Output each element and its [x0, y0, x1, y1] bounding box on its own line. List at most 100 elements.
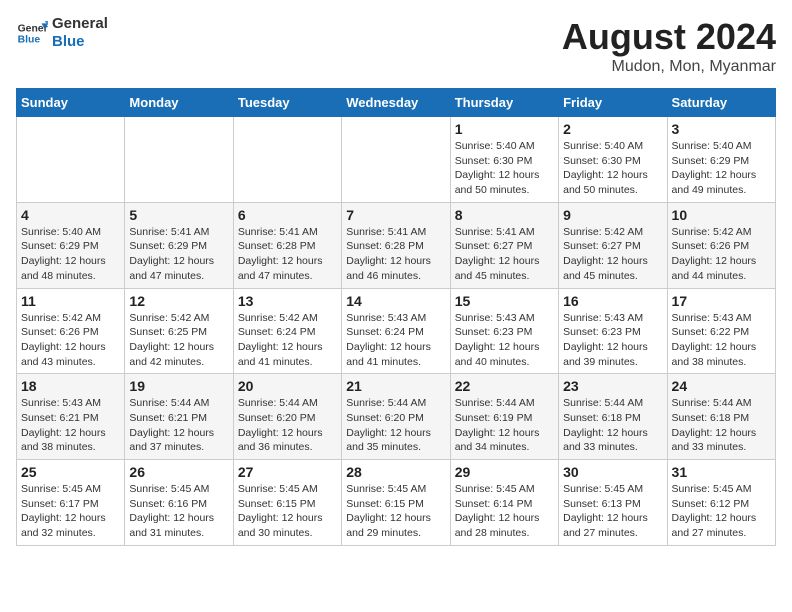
- day-number: 25: [21, 464, 120, 480]
- day-info: Sunrise: 5:44 AM Sunset: 6:20 PM Dayligh…: [238, 396, 337, 455]
- calendar-cell: [233, 117, 341, 203]
- calendar-cell: 27 Sunrise: 5:45 AM Sunset: 6:15 PM Dayli…: [233, 460, 341, 546]
- day-number: 7: [346, 207, 445, 223]
- day-number: 8: [455, 207, 554, 223]
- day-number: 2: [563, 121, 662, 137]
- day-info: Sunrise: 5:45 AM Sunset: 6:12 PM Dayligh…: [672, 482, 771, 541]
- day-number: 30: [563, 464, 662, 480]
- day-number: 11: [21, 293, 120, 309]
- day-info: Sunrise: 5:43 AM Sunset: 6:24 PM Dayligh…: [346, 311, 445, 370]
- month-year-title: August 2024: [562, 16, 776, 58]
- day-number: 10: [672, 207, 771, 223]
- day-number: 16: [563, 293, 662, 309]
- calendar-cell: 8Sunrise: 5:41 AM Sunset: 6:27 PM Daylig…: [450, 202, 558, 288]
- calendar-cell: 29 Sunrise: 5:45 AM Sunset: 6:14 PM Dayli…: [450, 460, 558, 546]
- day-number: 19: [129, 378, 228, 394]
- calendar-cell: 17Sunrise: 5:43 AM Sunset: 6:22 PM Dayli…: [667, 288, 775, 374]
- day-number: 24: [672, 378, 771, 394]
- day-info: Sunrise: 5:42 AM Sunset: 6:24 PM Dayligh…: [238, 311, 337, 370]
- day-number: 4: [21, 207, 120, 223]
- calendar-table: SundayMondayTuesdayWednesdayThursdayFrid…: [16, 88, 776, 546]
- calendar-cell: 11 Sunrise: 5:42 AM Sunset: 6:26 PM Dayli…: [17, 288, 125, 374]
- calendar-week-row: 18Sunrise: 5:43 AM Sunset: 6:21 PM Dayli…: [17, 374, 776, 460]
- day-info: Sunrise: 5:42 AM Sunset: 6:25 PM Dayligh…: [129, 311, 228, 370]
- calendar-cell: 24 Sunrise: 5:44 AM Sunset: 6:18 PM Dayli…: [667, 374, 775, 460]
- day-info: Sunrise: 5:44 AM Sunset: 6:20 PM Dayligh…: [346, 396, 445, 455]
- calendar-cell: 19 Sunrise: 5:44 AM Sunset: 6:21 PM Dayli…: [125, 374, 233, 460]
- calendar-cell: 9 Sunrise: 5:42 AM Sunset: 6:27 PM Daylig…: [559, 202, 667, 288]
- day-info: Sunrise: 5:42 AM Sunset: 6:26 PM Dayligh…: [21, 311, 120, 370]
- calendar-cell: [125, 117, 233, 203]
- calendar-cell: 10 Sunrise: 5:42 AM Sunset: 6:26 PM Dayli…: [667, 202, 775, 288]
- day-info: Sunrise: 5:43 AM Sunset: 6:23 PM Dayligh…: [563, 311, 662, 370]
- calendar-cell: 12 Sunrise: 5:42 AM Sunset: 6:25 PM Dayli…: [125, 288, 233, 374]
- day-info: Sunrise: 5:42 AM Sunset: 6:26 PM Dayligh…: [672, 225, 771, 284]
- logo-icon: General Blue: [16, 17, 48, 49]
- day-number: 13: [238, 293, 337, 309]
- title-area: August 2024 Mudon, Mon, Myanmar: [562, 16, 776, 76]
- calendar-cell: 6 Sunrise: 5:41 AM Sunset: 6:28 PM Daylig…: [233, 202, 341, 288]
- day-info: Sunrise: 5:45 AM Sunset: 6:17 PM Dayligh…: [21, 482, 120, 541]
- day-info: Sunrise: 5:44 AM Sunset: 6:18 PM Dayligh…: [672, 396, 771, 455]
- calendar-cell: [17, 117, 125, 203]
- day-info: Sunrise: 5:40 AM Sunset: 6:29 PM Dayligh…: [672, 139, 771, 198]
- day-number: 5: [129, 207, 228, 223]
- calendar-header-row: SundayMondayTuesdayWednesdayThursdayFrid…: [17, 89, 776, 117]
- calendar-cell: 20 Sunrise: 5:44 AM Sunset: 6:20 PM Dayli…: [233, 374, 341, 460]
- day-number: 20: [238, 378, 337, 394]
- day-info: Sunrise: 5:41 AM Sunset: 6:28 PM Dayligh…: [238, 225, 337, 284]
- day-number: 14: [346, 293, 445, 309]
- day-info: Sunrise: 5:45 AM Sunset: 6:13 PM Dayligh…: [563, 482, 662, 541]
- logo-blue-text: Blue: [52, 33, 85, 50]
- calendar-cell: 28 Sunrise: 5:45 AM Sunset: 6:15 PM Dayli…: [342, 460, 450, 546]
- day-info: Sunrise: 5:43 AM Sunset: 6:23 PM Dayligh…: [455, 311, 554, 370]
- day-number: 22: [455, 378, 554, 394]
- day-info: Sunrise: 5:45 AM Sunset: 6:16 PM Dayligh…: [129, 482, 228, 541]
- calendar-cell: 14 Sunrise: 5:43 AM Sunset: 6:24 PM Dayli…: [342, 288, 450, 374]
- calendar-cell: 30 Sunrise: 5:45 AM Sunset: 6:13 PM Dayli…: [559, 460, 667, 546]
- calendar-cell: 31Sunrise: 5:45 AM Sunset: 6:12 PM Dayli…: [667, 460, 775, 546]
- calendar-cell: 21 Sunrise: 5:44 AM Sunset: 6:20 PM Dayli…: [342, 374, 450, 460]
- day-number: 27: [238, 464, 337, 480]
- day-number: 1: [455, 121, 554, 137]
- column-header-monday: Monday: [125, 89, 233, 117]
- day-number: 6: [238, 207, 337, 223]
- calendar-cell: 13 Sunrise: 5:42 AM Sunset: 6:24 PM Dayli…: [233, 288, 341, 374]
- day-number: 12: [129, 293, 228, 309]
- day-info: Sunrise: 5:44 AM Sunset: 6:19 PM Dayligh…: [455, 396, 554, 455]
- calendar-cell: 4 Sunrise: 5:40 AM Sunset: 6:29 PM Daylig…: [17, 202, 125, 288]
- day-info: Sunrise: 5:40 AM Sunset: 6:29 PM Dayligh…: [21, 225, 120, 284]
- calendar-cell: [342, 117, 450, 203]
- svg-text:Blue: Blue: [18, 35, 41, 46]
- calendar-cell: 25 Sunrise: 5:45 AM Sunset: 6:17 PM Dayli…: [17, 460, 125, 546]
- day-info: Sunrise: 5:45 AM Sunset: 6:15 PM Dayligh…: [346, 482, 445, 541]
- calendar-week-row: 1 Sunrise: 5:40 AM Sunset: 6:30 PM Daylig…: [17, 117, 776, 203]
- day-number: 28: [346, 464, 445, 480]
- day-info: Sunrise: 5:45 AM Sunset: 6:15 PM Dayligh…: [238, 482, 337, 541]
- day-info: Sunrise: 5:45 AM Sunset: 6:14 PM Dayligh…: [455, 482, 554, 541]
- day-info: Sunrise: 5:43 AM Sunset: 6:21 PM Dayligh…: [21, 396, 120, 455]
- day-info: Sunrise: 5:44 AM Sunset: 6:18 PM Dayligh…: [563, 396, 662, 455]
- calendar-cell: 5 Sunrise: 5:41 AM Sunset: 6:29 PM Daylig…: [125, 202, 233, 288]
- calendar-cell: 18Sunrise: 5:43 AM Sunset: 6:21 PM Dayli…: [17, 374, 125, 460]
- day-info: Sunrise: 5:42 AM Sunset: 6:27 PM Dayligh…: [563, 225, 662, 284]
- day-info: Sunrise: 5:44 AM Sunset: 6:21 PM Dayligh…: [129, 396, 228, 455]
- day-number: 17: [672, 293, 771, 309]
- day-number: 9: [563, 207, 662, 223]
- calendar-cell: 2Sunrise: 5:40 AM Sunset: 6:30 PM Daylig…: [559, 117, 667, 203]
- day-number: 23: [563, 378, 662, 394]
- column-header-friday: Friday: [559, 89, 667, 117]
- day-info: Sunrise: 5:41 AM Sunset: 6:29 PM Dayligh…: [129, 225, 228, 284]
- calendar-cell: 16 Sunrise: 5:43 AM Sunset: 6:23 PM Dayli…: [559, 288, 667, 374]
- calendar-cell: 23 Sunrise: 5:44 AM Sunset: 6:18 PM Dayli…: [559, 374, 667, 460]
- logo-general-text: General: [52, 15, 108, 32]
- column-header-saturday: Saturday: [667, 89, 775, 117]
- calendar-cell: 15 Sunrise: 5:43 AM Sunset: 6:23 PM Dayli…: [450, 288, 558, 374]
- day-info: Sunrise: 5:40 AM Sunset: 6:30 PM Dayligh…: [455, 139, 554, 198]
- day-number: 15: [455, 293, 554, 309]
- calendar-week-row: 11 Sunrise: 5:42 AM Sunset: 6:26 PM Dayli…: [17, 288, 776, 374]
- day-number: 29: [455, 464, 554, 480]
- calendar-cell: 1 Sunrise: 5:40 AM Sunset: 6:30 PM Daylig…: [450, 117, 558, 203]
- day-number: 21: [346, 378, 445, 394]
- calendar-week-row: 4 Sunrise: 5:40 AM Sunset: 6:29 PM Daylig…: [17, 202, 776, 288]
